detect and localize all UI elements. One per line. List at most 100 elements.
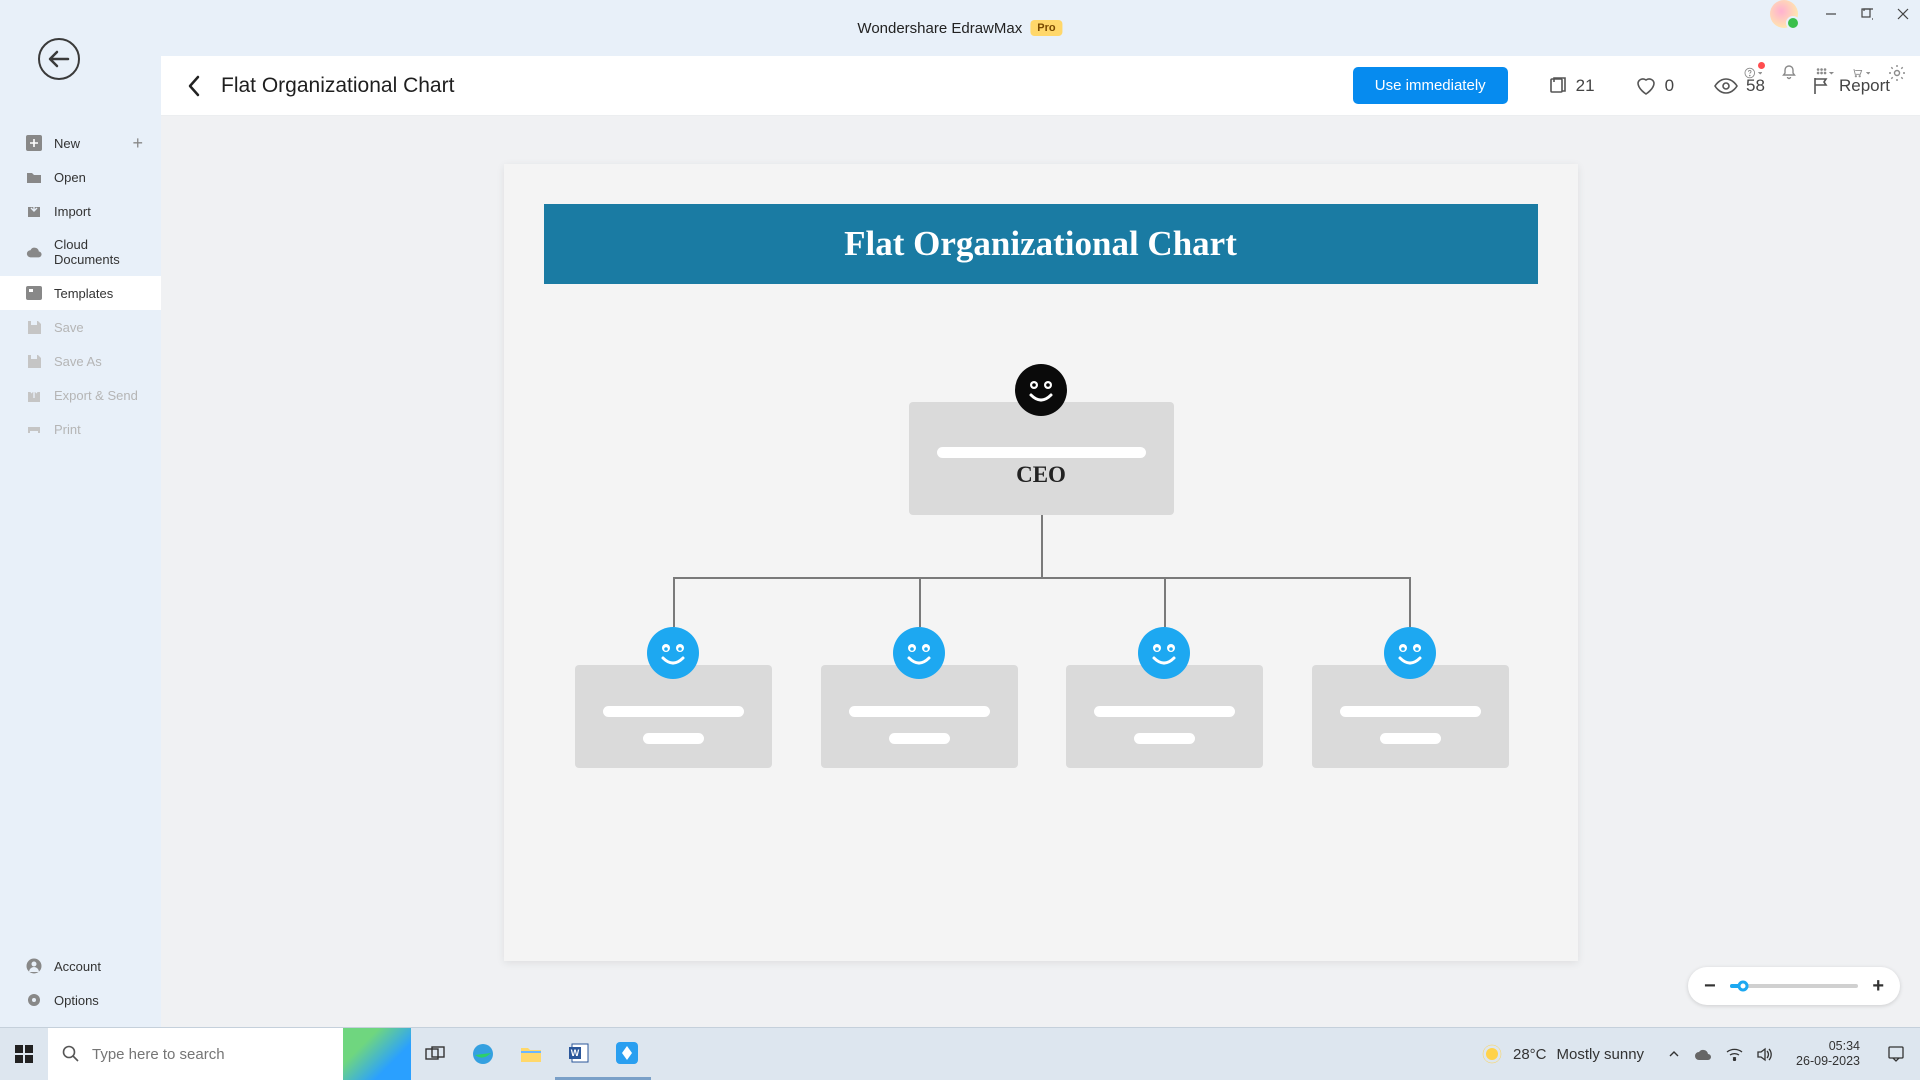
sidebar-item-import[interactable]: Import bbox=[0, 194, 161, 228]
wifi-icon[interactable] bbox=[1726, 1047, 1743, 1061]
connector bbox=[1041, 515, 1043, 578]
content-area: Flat Organizational Chart Use immediatel… bbox=[161, 56, 1920, 1027]
sidebar-item-new[interactable]: New + bbox=[0, 126, 161, 160]
sidebar-label: Cloud Documents bbox=[54, 237, 147, 267]
use-immediately-button[interactable]: Use immediately bbox=[1353, 67, 1508, 104]
taskbar-search[interactable] bbox=[48, 1028, 343, 1080]
save-icon bbox=[26, 319, 42, 335]
sidebar-label: Print bbox=[54, 422, 81, 437]
weather-desc: Mostly sunny bbox=[1557, 1046, 1645, 1063]
search-input[interactable] bbox=[92, 1046, 329, 1063]
org-node-child[interactable] bbox=[1066, 665, 1263, 768]
main-layout: New + Open Import Cloud Documents Templa… bbox=[0, 56, 1920, 1027]
copies-count: 21 bbox=[1576, 76, 1595, 96]
sidebar-label: Export & Send bbox=[54, 388, 138, 403]
sidebar-label: Account bbox=[54, 959, 101, 974]
back-button[interactable] bbox=[38, 38, 80, 80]
folder-icon bbox=[26, 169, 42, 185]
search-highlight-icon[interactable] bbox=[343, 1028, 411, 1080]
org-node-child[interactable] bbox=[1312, 665, 1509, 768]
zoom-out-button[interactable]: − bbox=[1704, 975, 1716, 998]
template-back-button[interactable] bbox=[183, 75, 205, 97]
sidebar-item-saveas: Save As bbox=[0, 344, 161, 378]
plus-icon[interactable]: + bbox=[132, 133, 143, 154]
connector bbox=[673, 577, 1411, 579]
likes-stat[interactable]: 0 bbox=[1635, 76, 1674, 96]
smiley-icon bbox=[1384, 627, 1436, 679]
connector bbox=[919, 577, 921, 627]
edge-icon[interactable] bbox=[459, 1028, 507, 1080]
smiley-icon bbox=[1138, 627, 1190, 679]
weather-temp: 28°C bbox=[1513, 1046, 1547, 1063]
org-node-child[interactable] bbox=[575, 665, 772, 768]
sidebar-label: Save As bbox=[54, 354, 102, 369]
window-controls bbox=[1770, 0, 1920, 28]
notifications-icon[interactable] bbox=[1872, 1028, 1920, 1080]
clock[interactable]: 05:34 26-09-2023 bbox=[1784, 1039, 1872, 1069]
org-node-child[interactable] bbox=[821, 665, 1018, 768]
minimize-button[interactable] bbox=[1814, 0, 1848, 28]
sidebar-label: Import bbox=[54, 204, 91, 219]
search-icon bbox=[62, 1045, 80, 1063]
gear-icon[interactable] bbox=[1888, 64, 1906, 82]
titlebar: Wondershare EdrawMax Pro bbox=[0, 0, 1920, 56]
org-node-ceo[interactable]: CEO bbox=[909, 402, 1174, 515]
cloud-icon bbox=[26, 244, 42, 260]
volume-icon[interactable] bbox=[1757, 1047, 1774, 1062]
sidebar-label: Templates bbox=[54, 286, 113, 301]
weather-widget[interactable]: 28°C Mostly sunny bbox=[1467, 1043, 1658, 1065]
likes-count: 0 bbox=[1665, 76, 1674, 96]
sidebar-item-templates[interactable]: Templates bbox=[0, 276, 161, 310]
copies-stat[interactable]: 21 bbox=[1548, 76, 1595, 96]
sidebar-item-print: Print bbox=[0, 412, 161, 446]
word-icon[interactable]: W bbox=[555, 1028, 603, 1080]
options-icon bbox=[26, 992, 42, 1008]
date: 26-09-2023 bbox=[1796, 1054, 1860, 1069]
smiley-icon bbox=[893, 627, 945, 679]
onedrive-icon[interactable] bbox=[1694, 1047, 1712, 1061]
bell-icon[interactable] bbox=[1780, 64, 1798, 82]
weather-icon bbox=[1481, 1043, 1503, 1065]
export-icon bbox=[26, 387, 42, 403]
sidebar-item-cloud[interactable]: Cloud Documents bbox=[0, 228, 161, 276]
sidebar: New + Open Import Cloud Documents Templa… bbox=[0, 56, 161, 1027]
sidebar-item-options[interactable]: Options bbox=[0, 983, 161, 1017]
help-icon[interactable] bbox=[1744, 64, 1762, 82]
sidebar-item-account[interactable]: Account bbox=[0, 949, 161, 983]
connector bbox=[1164, 577, 1166, 627]
maximize-button[interactable] bbox=[1850, 0, 1884, 28]
connector bbox=[1409, 577, 1411, 627]
app-title-group: Wondershare EdrawMax Pro bbox=[857, 20, 1062, 37]
system-tray bbox=[1658, 1047, 1784, 1062]
saveas-icon bbox=[26, 353, 42, 369]
close-button[interactable] bbox=[1886, 0, 1920, 28]
task-view-icon[interactable] bbox=[411, 1028, 459, 1080]
ceo-label: CEO bbox=[909, 462, 1174, 488]
zoom-control[interactable]: − + bbox=[1688, 967, 1900, 1005]
sidebar-item-export: Export & Send bbox=[0, 378, 161, 412]
edrawmax-icon[interactable] bbox=[603, 1028, 651, 1080]
sidebar-item-save: Save bbox=[0, 310, 161, 344]
sidebar-label: New bbox=[54, 136, 80, 151]
canvas: Flat Organizational Chart CEO bbox=[161, 116, 1920, 1027]
start-button[interactable] bbox=[0, 1028, 48, 1080]
zoom-slider[interactable] bbox=[1730, 984, 1859, 988]
template-title: Flat Organizational Chart bbox=[221, 74, 454, 98]
account-icon bbox=[26, 958, 42, 974]
user-avatar[interactable] bbox=[1770, 0, 1798, 28]
sidebar-label: Open bbox=[54, 170, 86, 185]
tray-chevron-icon[interactable] bbox=[1668, 1048, 1680, 1060]
zoom-in-button[interactable]: + bbox=[1872, 975, 1884, 998]
smiley-icon bbox=[1015, 364, 1067, 416]
cart-icon[interactable] bbox=[1852, 64, 1870, 82]
template-page[interactable]: Flat Organizational Chart CEO bbox=[504, 164, 1578, 961]
grid-icon[interactable] bbox=[1816, 64, 1834, 82]
connector bbox=[673, 577, 675, 627]
pro-badge: Pro bbox=[1030, 20, 1062, 36]
content-header: Flat Organizational Chart Use immediatel… bbox=[161, 56, 1920, 116]
svg-text:W: W bbox=[571, 1048, 580, 1058]
time: 05:34 bbox=[1829, 1039, 1860, 1054]
sidebar-label: Options bbox=[54, 993, 99, 1008]
sidebar-item-open[interactable]: Open bbox=[0, 160, 161, 194]
explorer-icon[interactable] bbox=[507, 1028, 555, 1080]
